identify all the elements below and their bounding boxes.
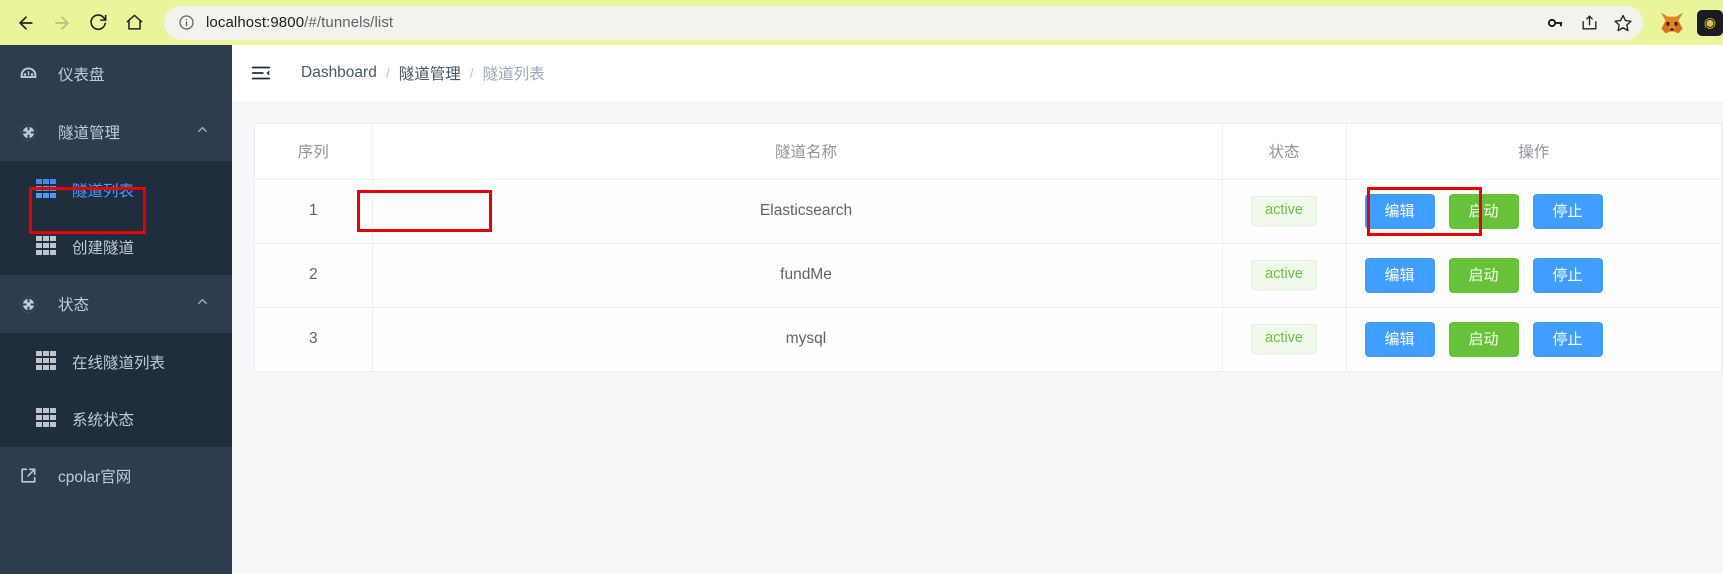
sidebar-label-tunnel-list: 隧道列表 (72, 182, 135, 200)
extension-badge: ◉ (1697, 9, 1723, 36)
status-badge: active (1251, 260, 1317, 290)
submenu-status: 在线隧道列表 系统状态 (0, 333, 232, 447)
tunnels-table-container: 序列 隧道名称 状态 操作 1 Elasticsearch active 编辑 … (254, 123, 1723, 372)
edit-button[interactable]: 编辑 (1364, 193, 1435, 229)
url-host: localhost:9800 (206, 14, 305, 31)
status-badge: active (1251, 324, 1317, 354)
content-area: 序列 隧道名称 状态 操作 1 Elasticsearch active 编辑 … (232, 101, 1723, 574)
table-row[interactable]: 1 Elasticsearch active 编辑 启动 停止 (255, 179, 1722, 244)
browser-toolbar: localhost:9800/#/tunnels/list ◉ (0, 0, 1723, 45)
sidebar-label-online-tunnel-list: 在线隧道列表 (72, 354, 166, 372)
sidebar-label-system-status: 系统状态 (72, 411, 135, 429)
sidebar-item-online-tunnel-list[interactable]: 在线隧道列表 (0, 333, 232, 390)
stop-button[interactable]: 停止 (1532, 193, 1603, 229)
sidebar-label-cpolar-website: cpolar官网 (58, 469, 132, 486)
main-content: Dashboard / 隧道管理 / 隧道列表 序列 隧道名称 状态 操作 1 … (232, 45, 1723, 574)
breadcrumb-item-dashboard[interactable]: Dashboard (301, 64, 377, 82)
table-row[interactable]: 3 mysql active 编辑 启动 停止 (255, 307, 1722, 372)
star-icon[interactable] (1607, 7, 1639, 39)
tunnels-table: 序列 隧道名称 状态 操作 1 Elasticsearch active 编辑 … (255, 124, 1722, 372)
operations-group: 编辑 启动 停止 (1347, 321, 1722, 357)
fox-icon[interactable] (1655, 6, 1689, 40)
forward-button[interactable] (44, 5, 80, 41)
extension-icons: ◉ (1643, 6, 1723, 40)
back-button[interactable] (8, 5, 44, 41)
grid-icon (36, 350, 58, 373)
cell-operations: 编辑 启动 停止 (1346, 179, 1722, 244)
sidebar-label-tunnel-management: 隧道管理 (58, 125, 121, 142)
sidebar-item-system-status[interactable]: 系统状态 (0, 390, 232, 447)
cell-seq: 1 (255, 179, 373, 244)
sidebar-item-tunnel-list[interactable]: 隧道列表 (0, 161, 232, 218)
edit-button[interactable]: 编辑 (1364, 257, 1435, 293)
cell-seq: 2 (255, 243, 373, 308)
column-header-ops: 操作 (1346, 124, 1722, 180)
compass-icon (18, 122, 46, 143)
sidebar-item-status[interactable]: 状态 (0, 275, 232, 333)
chevron-up-icon (195, 294, 210, 314)
site-info-icon[interactable] (178, 14, 195, 31)
dashboard-gauge-icon (18, 64, 46, 85)
submenu-tunnel-management: 隧道列表 创建隧道 (0, 161, 232, 275)
url-text[interactable]: localhost:9800/#/tunnels/list (206, 14, 393, 31)
breadcrumb: Dashboard / 隧道管理 / 隧道列表 (301, 62, 545, 84)
collapse-menu-icon[interactable] (250, 61, 274, 85)
omnibox-actions (1539, 7, 1639, 39)
cell-operations: 编辑 启动 停止 (1346, 243, 1722, 308)
extension-icon[interactable]: ◉ (1689, 6, 1723, 40)
external-link-icon (18, 466, 46, 486)
column-header-status: 状态 (1222, 124, 1347, 180)
table-header-row: 序列 隧道名称 状态 操作 (255, 124, 1722, 180)
cell-tunnel-name: mysql (372, 307, 1223, 372)
cell-status: active (1222, 179, 1347, 244)
table-row[interactable]: 2 fundMe active 编辑 启动 停止 (255, 243, 1722, 308)
cell-tunnel-name: fundMe (372, 243, 1223, 308)
grid-icon (36, 235, 58, 258)
table-body: 1 Elasticsearch active 编辑 启动 停止 2 fundMe… (255, 179, 1722, 372)
key-icon[interactable] (1539, 7, 1571, 39)
operations-group: 编辑 启动 停止 (1347, 193, 1722, 229)
status-badge: active (1251, 196, 1317, 226)
sidebar-label-status: 状态 (58, 297, 90, 314)
top-bar: Dashboard / 隧道管理 / 隧道列表 (232, 45, 1723, 101)
sidebar-item-dashboard[interactable]: 仪表盘 (0, 45, 232, 103)
grid-icon (36, 178, 58, 201)
breadcrumb-item-tunnel-management[interactable]: 隧道管理 (399, 62, 461, 84)
stop-button[interactable]: 停止 (1532, 257, 1603, 293)
breadcrumb-item-tunnel-list: 隧道列表 (482, 66, 545, 83)
home-button[interactable] (116, 5, 152, 41)
breadcrumb-separator: / (385, 65, 390, 81)
cell-status: active (1222, 307, 1347, 372)
column-header-name: 隧道名称 (372, 124, 1223, 180)
sidebar-item-create-tunnel[interactable]: 创建隧道 (0, 218, 232, 275)
compass-icon (18, 294, 46, 315)
start-button[interactable]: 启动 (1448, 321, 1519, 357)
cell-seq: 3 (255, 307, 373, 372)
sidebar-label-dashboard: 仪表盘 (58, 67, 105, 84)
url-path: /#/tunnels/list (304, 14, 394, 31)
breadcrumb-separator: / (469, 65, 474, 81)
stop-button[interactable]: 停止 (1532, 321, 1603, 357)
edit-button[interactable]: 编辑 (1364, 321, 1435, 357)
sidebar: 仪表盘 隧道管理 隧道列表 创建隧道 状态 在线隧道列表 系统状态 cpolar… (0, 45, 232, 574)
grid-icon (36, 407, 58, 430)
sidebar-item-tunnel-management[interactable]: 隧道管理 (0, 103, 232, 161)
cell-tunnel-name: Elasticsearch (372, 179, 1223, 244)
chevron-up-icon (195, 122, 210, 142)
start-button[interactable]: 启动 (1448, 257, 1519, 293)
reload-button[interactable] (80, 5, 116, 41)
cell-status: active (1222, 243, 1347, 308)
table-header: 序列 隧道名称 状态 操作 (255, 124, 1722, 180)
start-button[interactable]: 启动 (1448, 193, 1519, 229)
sidebar-label-create-tunnel: 创建隧道 (72, 239, 135, 257)
share-icon[interactable] (1573, 7, 1605, 39)
cell-operations: 编辑 启动 停止 (1346, 307, 1722, 372)
operations-group: 编辑 启动 停止 (1347, 257, 1722, 293)
column-header-seq: 序列 (255, 124, 373, 180)
sidebar-item-cpolar-website[interactable]: cpolar官网 (0, 447, 232, 505)
address-bar[interactable]: localhost:9800/#/tunnels/list (164, 5, 1643, 40)
